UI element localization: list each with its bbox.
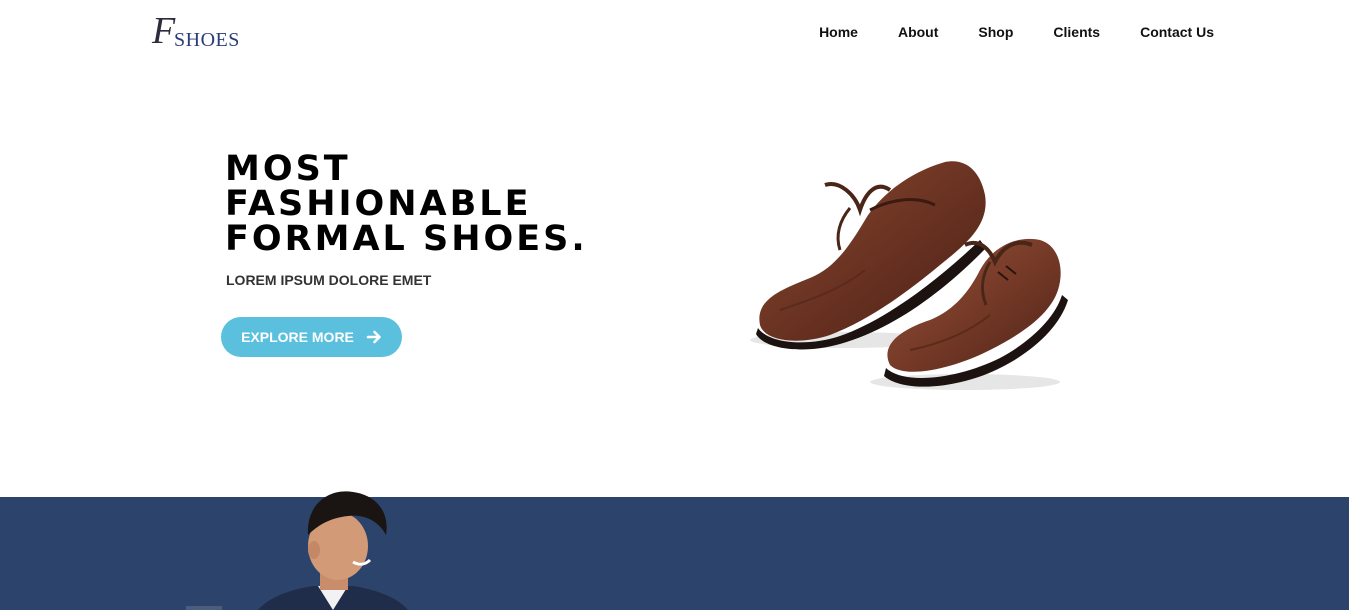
nav-home[interactable]: Home bbox=[819, 22, 858, 42]
logo-wordmark: SHOES bbox=[174, 29, 240, 51]
hero-shoes-image bbox=[750, 161, 1068, 390]
site-logo[interactable]: F SHOES bbox=[150, 10, 260, 54]
hero-title: MOST FASHIONABLE FORMAL SHOES. bbox=[225, 149, 588, 259]
arrow-right-icon bbox=[366, 330, 381, 344]
page: F SHOES Home About Shop Clients Contact … bbox=[0, 0, 1351, 610]
explore-more-button[interactable]: EXPLORE MORE bbox=[221, 317, 402, 357]
site-header: F SHOES Home About Shop Clients Contact … bbox=[0, 0, 1351, 70]
nav-contact-us[interactable]: Contact Us bbox=[1140, 22, 1214, 42]
hero-subtitle: LOREM IPSUM DOLORE EMET bbox=[226, 272, 432, 288]
about-section-band bbox=[0, 497, 1349, 610]
scrollbar-thumb[interactable] bbox=[186, 606, 222, 610]
model-man-image bbox=[258, 491, 408, 610]
logo-initial: F bbox=[152, 10, 176, 52]
explore-more-label: EXPLORE MORE bbox=[241, 329, 354, 345]
nav-shop[interactable]: Shop bbox=[978, 22, 1013, 42]
main-nav: Home About Shop Clients Contact Us bbox=[779, 22, 1214, 42]
nav-clients[interactable]: Clients bbox=[1053, 22, 1100, 42]
nav-about[interactable]: About bbox=[898, 22, 938, 42]
